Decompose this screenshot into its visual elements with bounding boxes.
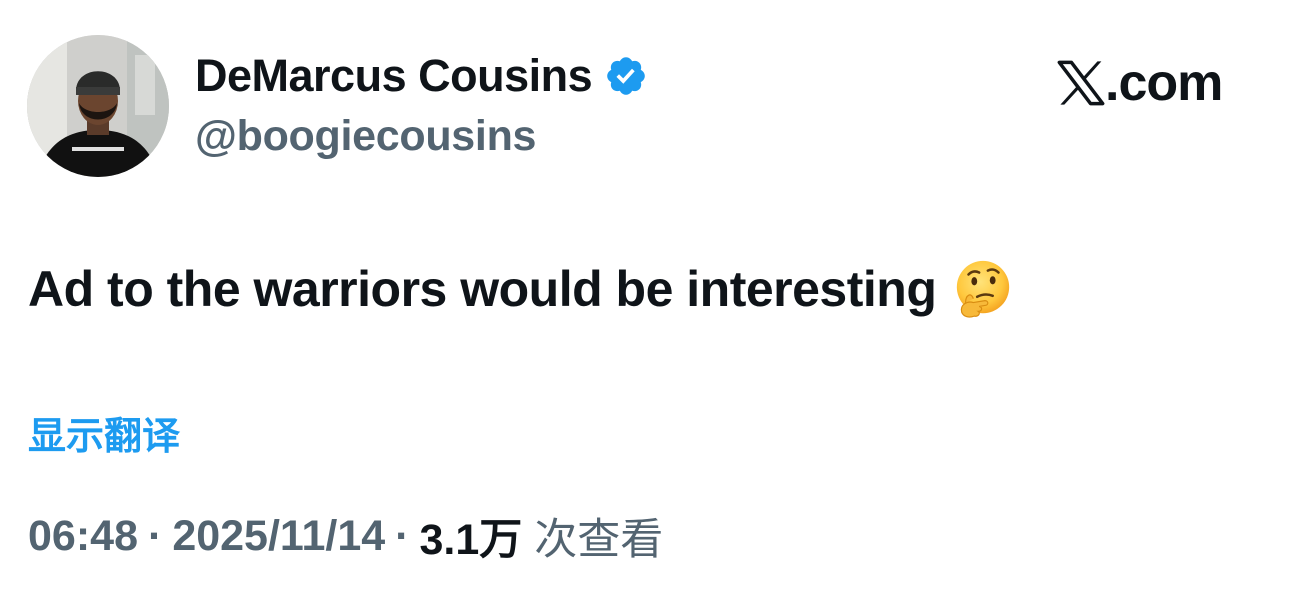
tweet-time[interactable]: 06:48 bbox=[28, 512, 138, 561]
avatar[interactable] bbox=[27, 35, 169, 177]
tweet-date[interactable]: 2025/11/14 bbox=[172, 512, 385, 561]
avatar-image bbox=[27, 35, 169, 177]
view-count-label[interactable]: 次查看 bbox=[534, 505, 663, 567]
show-translation-link[interactable]: 显示翻译 bbox=[28, 405, 180, 460]
x-logo-icon bbox=[1057, 60, 1105, 105]
author-handle[interactable]: @boogiecousins bbox=[195, 112, 536, 161]
meta-separator: · bbox=[395, 511, 410, 560]
thinking-face-emoji-icon bbox=[952, 258, 1014, 320]
author-name-row[interactable]: DeMarcus Cousins bbox=[195, 50, 648, 102]
view-count[interactable]: 3.1万 bbox=[419, 505, 522, 567]
tweet-meta: 06:48 · 2025/11/14 · 3.1万 次查看 bbox=[28, 505, 663, 567]
x-brand-text: .com bbox=[1105, 53, 1223, 112]
x-brand-mark: .com bbox=[1055, 53, 1223, 112]
author-display-name[interactable]: DeMarcus Cousins bbox=[195, 50, 593, 102]
verified-badge-icon bbox=[604, 54, 648, 98]
tweet-body: Ad to the warriors would be interesting bbox=[28, 258, 1014, 320]
tweet-text: Ad to the warriors would be interesting bbox=[28, 261, 937, 317]
meta-separator: · bbox=[147, 511, 163, 560]
